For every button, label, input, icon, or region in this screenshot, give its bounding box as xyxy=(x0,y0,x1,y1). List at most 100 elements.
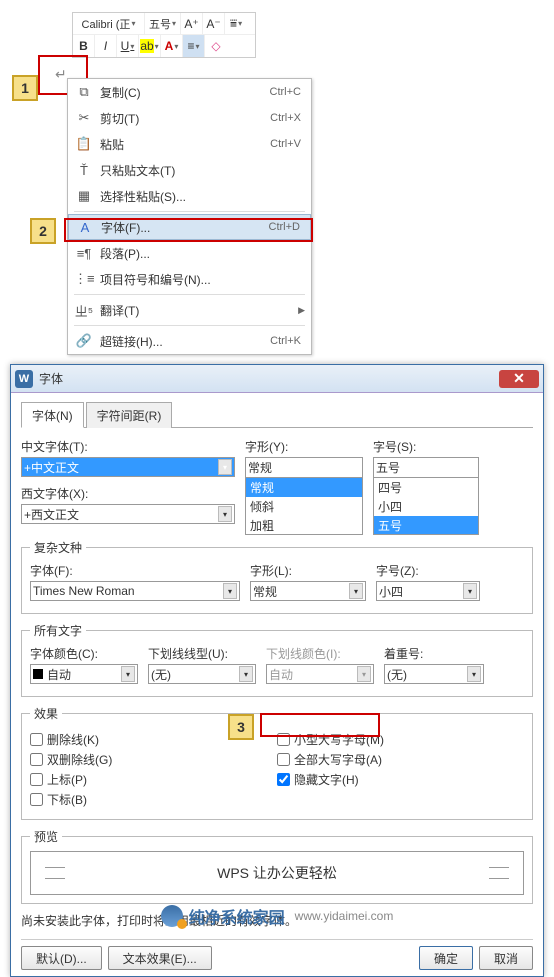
menu-bullets-numbering[interactable]: ⋮≡项目符号和编号(N)... xyxy=(68,266,311,292)
close-icon: ✕ xyxy=(513,370,525,387)
font-color-button[interactable]: A▾ xyxy=(161,35,183,57)
format-eraser-button[interactable]: ◇ xyxy=(205,35,227,57)
emphasis-combo[interactable]: (无)▾ xyxy=(384,664,484,684)
size-input[interactable]: 五号 xyxy=(373,457,479,477)
style-input[interactable]: 常规 xyxy=(245,457,363,477)
preview-text: WPS 让办公更轻松 xyxy=(217,863,337,883)
en-font-combo[interactable]: +西文正文▾ xyxy=(21,504,235,524)
cn-font-combo[interactable]: +中文正文▾ xyxy=(21,457,235,477)
menu-copy[interactable]: ⧉复制(C)Ctrl+C xyxy=(68,79,311,105)
menu-separator xyxy=(74,325,305,326)
complex-size-combo[interactable]: 小四▾ xyxy=(376,581,480,601)
tab-font[interactable]: 字体(N) xyxy=(21,402,84,428)
line-spacing-button[interactable]: ⩸▾ xyxy=(225,13,247,35)
translate-icon: ㄓ⁵ xyxy=(74,301,94,320)
bold-button[interactable]: B xyxy=(73,35,95,57)
menu-cut[interactable]: ✂剪切(T)Ctrl+X xyxy=(68,105,311,131)
chevron-down-icon: ▾ xyxy=(218,506,232,522)
close-button[interactable]: ✕ xyxy=(499,370,539,388)
preview-left-mark xyxy=(45,867,65,879)
tab-spacing[interactable]: 字符间距(R) xyxy=(86,402,173,428)
complex-style-combo[interactable]: 常规▾ xyxy=(250,581,366,601)
complex-font-label: 字体(F): xyxy=(30,562,240,579)
menu-paste-special[interactable]: ▦选择性粘贴(S)... xyxy=(68,183,311,209)
paste-icon: 📋 xyxy=(74,136,94,152)
all-text-legend: 所有文字 xyxy=(30,622,86,639)
italic-button[interactable]: I xyxy=(95,35,117,57)
menu-font[interactable]: A字体(F)...Ctrl+D xyxy=(68,214,311,240)
chevron-down-icon: ▾ xyxy=(223,583,237,599)
complex-legend: 复杂文种 xyxy=(30,539,86,556)
complex-size-label: 字号(Z): xyxy=(376,562,480,579)
size-listbox[interactable]: 四号 小四 五号 xyxy=(373,477,479,535)
ok-button[interactable]: 确定 xyxy=(419,946,473,970)
font-size-combo[interactable]: 五号▾ xyxy=(145,13,181,34)
menu-paste[interactable]: 📋粘贴Ctrl+V xyxy=(68,131,311,157)
preview-box: WPS 让办公更轻松 xyxy=(30,851,524,895)
underline-color-label: 下划线颜色(I): xyxy=(266,645,374,662)
superscript-checkbox[interactable]: 上标(P) xyxy=(30,771,277,788)
paragraph-icon: ≡¶ xyxy=(74,246,94,261)
all-caps-checkbox[interactable]: 全部大写字母(A) xyxy=(277,751,524,768)
default-button[interactable]: 默认(D)... xyxy=(21,946,102,970)
menu-hyperlink[interactable]: 🔗超链接(H)...Ctrl+K xyxy=(68,328,311,354)
watermark-brand: 纯净系统家园 xyxy=(189,904,285,928)
paste-text-icon: Ť xyxy=(74,163,94,178)
copy-icon: ⧉ xyxy=(74,84,94,100)
font-name-combo[interactable]: Calibri (正▾ xyxy=(73,13,145,34)
hyperlink-icon: 🔗 xyxy=(74,333,94,349)
submenu-arrow-icon: ▶ xyxy=(298,305,305,316)
small-caps-checkbox[interactable]: 小型大写字母(M) xyxy=(277,731,524,748)
chevron-down-icon: ▾ xyxy=(239,666,253,682)
effects-group: 效果 删除线(K) 双删除线(G) 上标(P) 下标(B) 小型大写字母(M) … xyxy=(21,705,533,820)
grow-font-button[interactable]: A⁺ xyxy=(181,13,203,35)
font-color-combo[interactable]: 自动▾ xyxy=(30,664,138,684)
menu-paste-text-only[interactable]: Ť只粘贴文本(T) xyxy=(68,157,311,183)
dialog-title-bar[interactable]: W 字体 ✕ xyxy=(11,365,543,393)
watermark-logo-icon xyxy=(161,905,183,927)
watermark-url: www.yidaimei.com xyxy=(295,909,394,923)
cancel-button[interactable]: 取消 xyxy=(479,946,533,970)
callout-2: 2 xyxy=(30,218,56,244)
complex-font-combo[interactable]: Times New Roman▾ xyxy=(30,581,240,601)
size-label: 字号(S): xyxy=(373,438,479,455)
double-strikethrough-checkbox[interactable]: 双删除线(G) xyxy=(30,751,277,768)
chevron-down-icon: ▾ xyxy=(467,666,481,682)
preview-group: 预览 WPS 让办公更轻松 xyxy=(21,828,533,904)
app-icon: W xyxy=(15,370,33,388)
bullets-icon: ⋮≡ xyxy=(74,271,94,287)
menu-separator xyxy=(74,294,305,295)
font-icon: A xyxy=(75,220,95,235)
preview-right-mark xyxy=(489,867,509,879)
underline-color-combo: 自动▾ xyxy=(266,664,374,684)
effects-legend: 效果 xyxy=(30,705,62,722)
shrink-font-button[interactable]: A⁻ xyxy=(203,13,225,35)
font-color-label: 字体颜色(C): xyxy=(30,645,138,662)
chevron-down-icon: ▾ xyxy=(463,583,477,599)
callout-3: 3 xyxy=(228,714,254,740)
mini-format-toolbar: Calibri (正▾ 五号▾ A⁺ A⁻ ⩸▾ B I U▾ ab▾ A▾ ≡… xyxy=(72,12,256,58)
underline-button[interactable]: U▾ xyxy=(117,35,139,57)
preview-legend: 预览 xyxy=(30,828,62,845)
highlight-button[interactable]: ab▾ xyxy=(139,35,161,57)
en-font-label: 西文字体(X): xyxy=(21,485,235,502)
subscript-checkbox[interactable]: 下标(B) xyxy=(30,791,277,808)
emphasis-label: 着重号: xyxy=(384,645,484,662)
chevron-down-icon: ▾ xyxy=(121,666,135,682)
style-listbox[interactable]: 常规 倾斜 加粗 xyxy=(245,477,363,535)
menu-translate[interactable]: ㄓ⁵翻译(T)▶ xyxy=(68,297,311,323)
font-dialog: W 字体 ✕ 字体(N) 字符间距(R) 中文字体(T): +中文正文▾ 西文字… xyxy=(10,364,544,977)
dialog-title: 字体 xyxy=(39,370,499,387)
paste-special-icon: ▦ xyxy=(74,188,94,204)
underline-combo[interactable]: (无)▾ xyxy=(148,664,256,684)
menu-separator xyxy=(74,211,305,212)
hidden-text-checkbox[interactable]: 隐藏文字(H) xyxy=(277,771,524,788)
align-button[interactable]: ≡▾ xyxy=(183,35,205,57)
watermark: 纯净系统家园 www.yidaimei.com xyxy=(0,904,554,928)
complex-style-label: 字形(L): xyxy=(250,562,366,579)
chevron-down-icon: ▾ xyxy=(349,583,363,599)
context-menu: ⧉复制(C)Ctrl+C ✂剪切(T)Ctrl+X 📋粘贴Ctrl+V Ť只粘贴… xyxy=(67,78,312,355)
text-effects-button[interactable]: 文本效果(E)... xyxy=(108,946,212,970)
callout-1: 1 xyxy=(12,75,38,101)
menu-paragraph[interactable]: ≡¶段落(P)... xyxy=(68,240,311,266)
